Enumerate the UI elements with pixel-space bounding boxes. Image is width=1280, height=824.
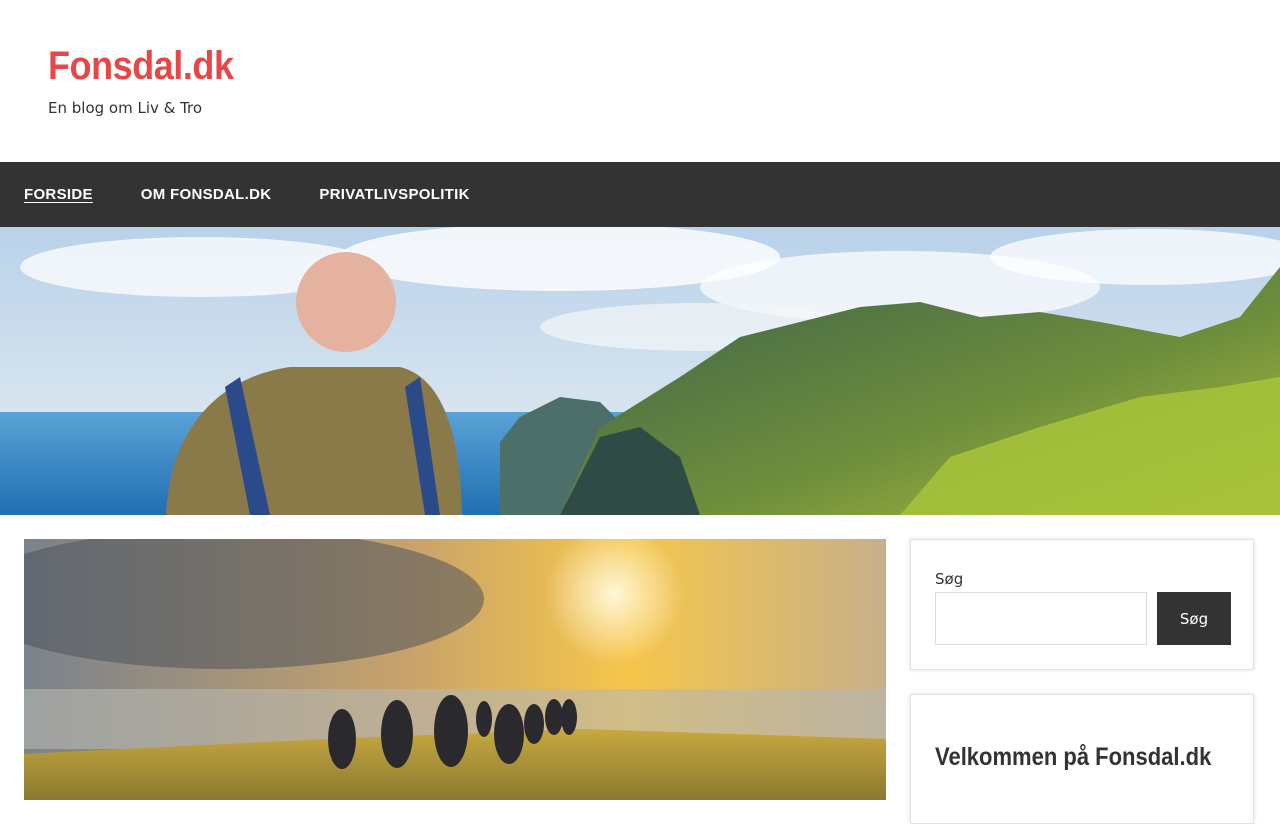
nav-item-privatlivspolitik[interactable]: PRIVATLIVSPOLITIK	[319, 186, 469, 203]
search-widget: Søg Søg	[910, 539, 1254, 670]
search-input[interactable]	[935, 592, 1147, 645]
welcome-widget: Velkommen på Fonsdal.dk	[910, 694, 1254, 824]
nav-item-forside[interactable]: FORSIDE	[24, 186, 93, 203]
search-button[interactable]: Søg	[1157, 592, 1231, 645]
welcome-title: Velkommen på Fonsdal.dk	[935, 743, 1212, 771]
header-image	[0, 227, 1280, 515]
featured-post-image[interactable]	[24, 539, 886, 800]
site-title-link[interactable]: Fonsdal.dk	[48, 44, 234, 89]
site-header: Fonsdal.dk En blog om Liv & Tro	[0, 0, 1280, 162]
main-navigation: FORSIDE OM FONSDAL.DK PRIVATLIVSPOLITIK	[0, 162, 1280, 227]
search-label: Søg	[935, 570, 964, 588]
nav-item-om-fonsdal[interactable]: OM FONSDAL.DK	[141, 186, 272, 203]
site-description: En blog om Liv & Tro	[48, 99, 203, 117]
